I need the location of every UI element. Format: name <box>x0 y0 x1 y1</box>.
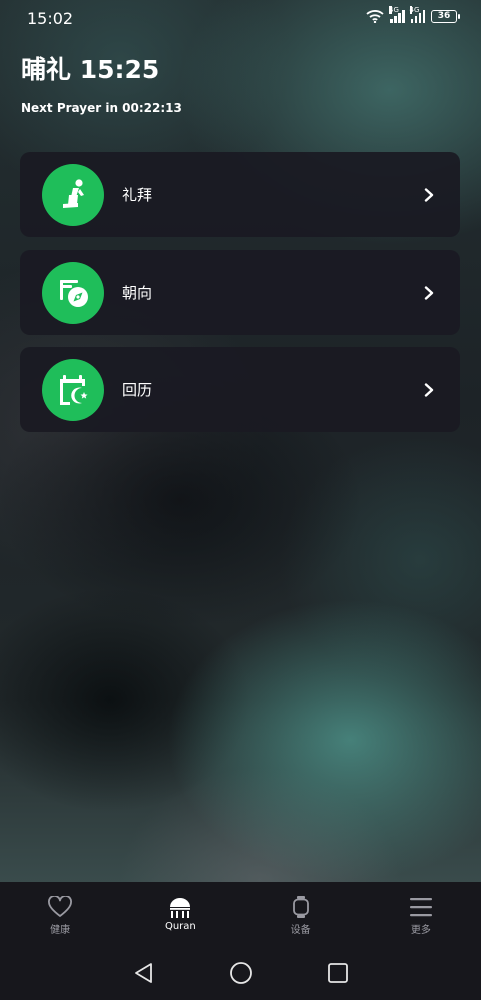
recents-icon[interactable] <box>327 962 349 984</box>
menu-item-label: 礼拜 <box>122 186 153 204</box>
nav-tab-device[interactable]: 设备 <box>241 882 361 945</box>
next-prayer-countdown: Next Prayer in 00:22:13 <box>21 101 182 115</box>
wifi-icon <box>366 10 384 23</box>
chevron-right-icon <box>422 187 436 202</box>
hijri-calendar-icon <box>42 358 104 421</box>
nav-tab-health[interactable]: 健康 <box>0 882 120 945</box>
menu-item-label: 回历 <box>122 381 153 399</box>
menu-item-label: 朝向 <box>122 284 153 302</box>
prayer-person-icon <box>42 163 104 226</box>
nav-tab-more[interactable]: 更多 <box>361 882 481 945</box>
chevron-right-icon <box>422 382 436 397</box>
network-type-label: 4G <box>389 6 399 14</box>
heart-icon <box>48 896 73 917</box>
nav-label: 健康 <box>50 925 71 936</box>
system-navigation-bar <box>0 945 481 1000</box>
nav-label: 设备 <box>290 925 311 936</box>
home-icon[interactable] <box>229 961 253 985</box>
menu-item-qibla[interactable]: 朝向 <box>20 250 460 335</box>
status-icons: 4G 4G 36 <box>366 6 460 23</box>
bottom-nav: 健康 Quran 设备 更多 <box>0 882 481 945</box>
status-bar: 15:02 4G 4G 36 <box>0 0 481 36</box>
nav-label: Quran <box>164 921 196 932</box>
cellular-signal-icon: 4G <box>389 6 405 23</box>
network-type-label: 4G <box>409 6 420 14</box>
battery-level: 36 <box>437 11 451 21</box>
page-title: 晡礼 15:25 <box>21 55 160 84</box>
blurred-background <box>0 0 481 1000</box>
chevron-right-icon <box>422 285 436 300</box>
nav-tab-quran[interactable]: Quran <box>120 882 240 945</box>
mosque-icon <box>170 898 191 918</box>
menu-item-prayer[interactable]: 礼拜 <box>20 152 460 237</box>
battery-icon: 36 <box>431 9 460 23</box>
nav-label: 更多 <box>410 925 431 936</box>
menu-item-hijri-calendar[interactable]: 回历 <box>20 347 460 432</box>
qibla-compass-icon <box>42 261 104 324</box>
back-icon[interactable] <box>133 962 155 984</box>
menu-icon <box>409 898 432 917</box>
status-time: 15:02 <box>27 9 74 28</box>
cellular-signal-icon: 4G <box>409 6 425 23</box>
watch-icon <box>292 896 309 918</box>
